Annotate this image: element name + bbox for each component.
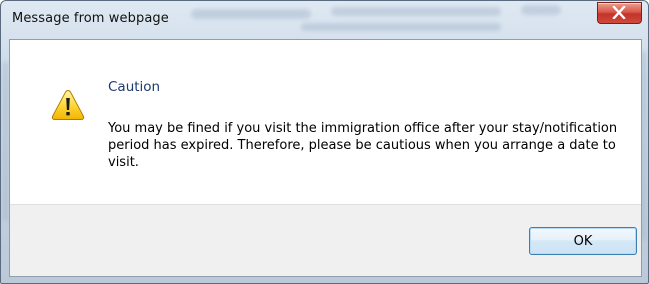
close-button[interactable] — [597, 2, 642, 24]
message-dialog: Message from webpage Caution You may be … — [0, 0, 649, 284]
title-bar[interactable]: Message from webpage — [1, 1, 648, 39]
dialog-message: You may be fined if you visit the immigr… — [108, 121, 618, 170]
close-x-icon — [612, 6, 626, 19]
dialog-body: Caution You may be fined if you visit th… — [9, 39, 642, 277]
window-title: Message from webpage — [12, 11, 169, 26]
message-area: Caution You may be fined if you visit th… — [10, 40, 641, 204]
dialog-caption: Caution — [108, 79, 161, 95]
warning-icon — [51, 89, 85, 120]
glass-blur — [3, 61, 8, 221]
ok-button[interactable]: OK — [529, 227, 637, 255]
